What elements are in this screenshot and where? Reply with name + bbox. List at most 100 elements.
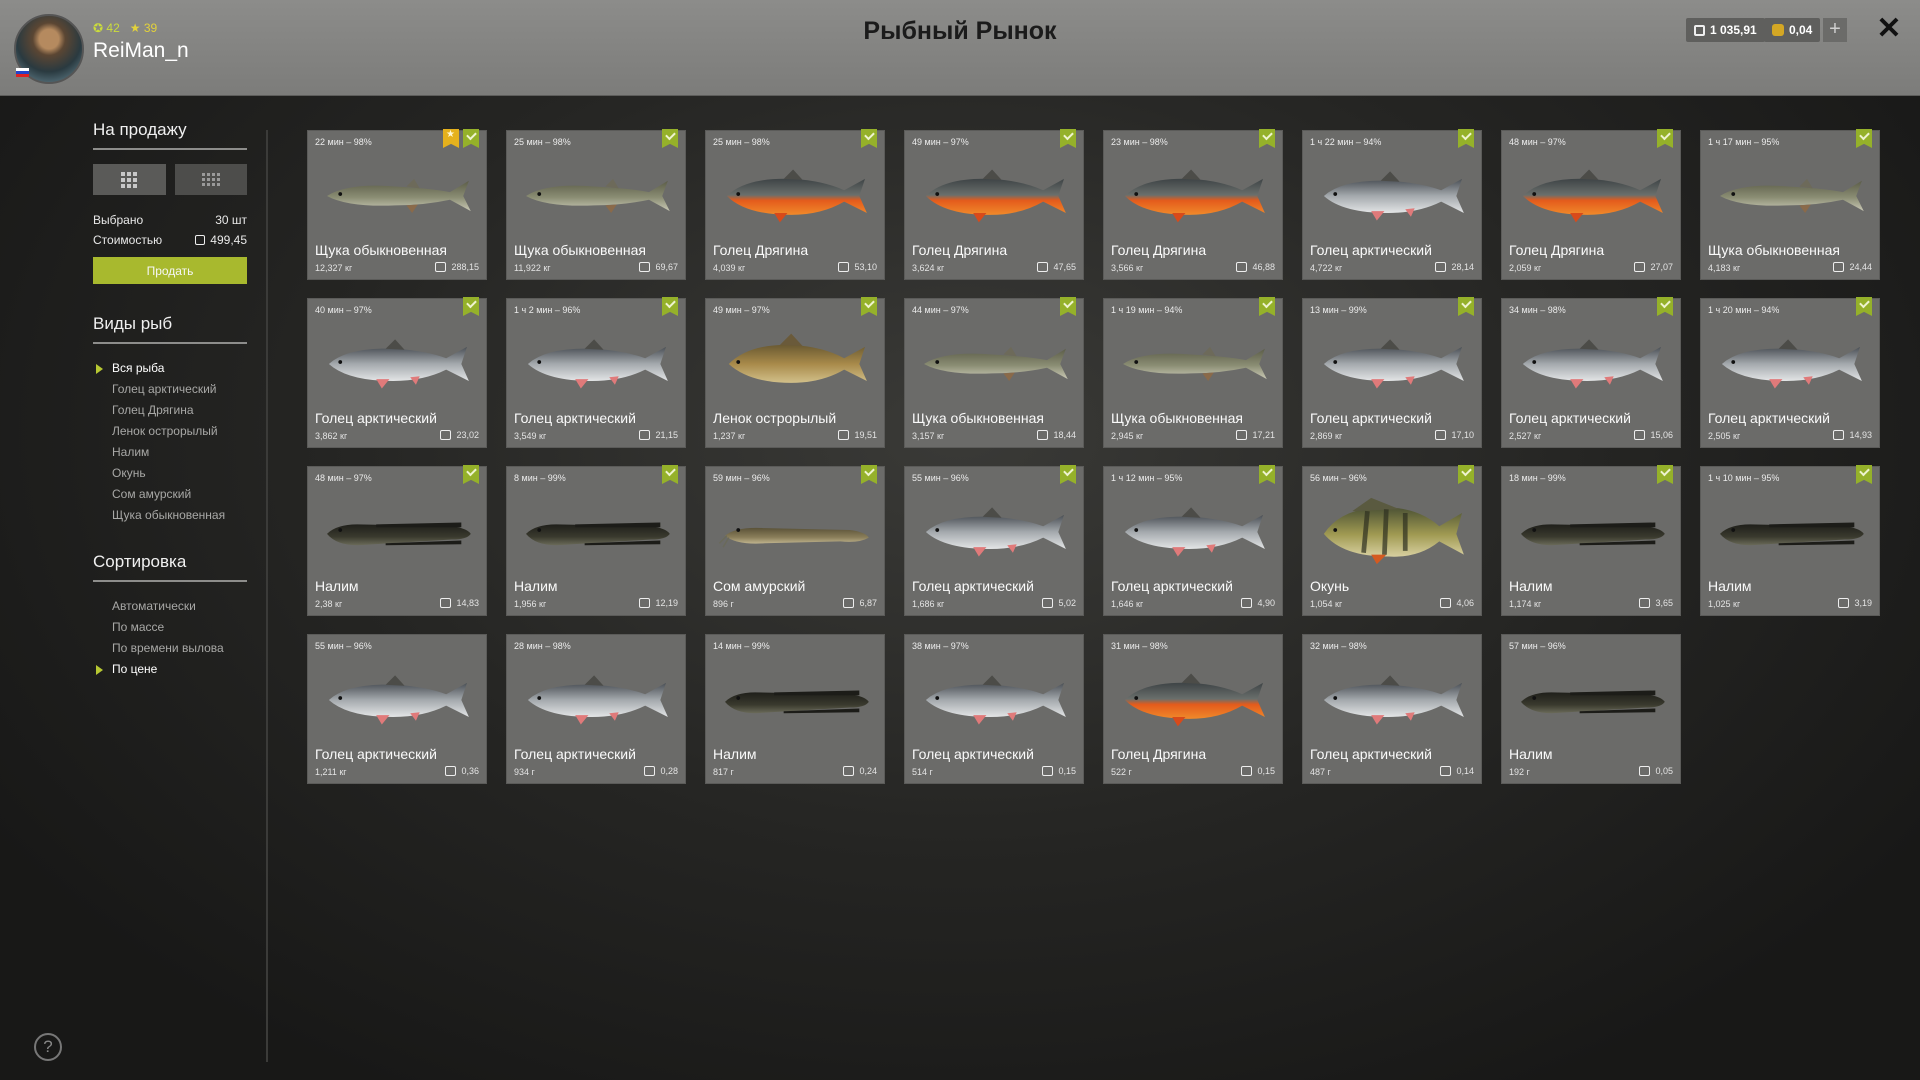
selected-check-icon[interactable] [463,297,479,316]
selected-check-icon[interactable] [1458,297,1474,316]
fish-card[interactable]: 38 мин – 97% Голец арктический 514 г 0,15 [904,634,1084,784]
close-button[interactable]: ✕ [1876,12,1902,46]
selected-check-icon[interactable] [861,465,877,484]
species-item[interactable]: Окунь [93,463,247,484]
selected-check-icon[interactable] [1259,129,1275,148]
species-item[interactable]: Ленок острорылый [93,421,247,442]
fish-card[interactable]: 56 мин – 96% Окунь 1,054 кг 4,06 [1302,465,1482,616]
species-item[interactable]: Щука обыкновенная [93,505,247,526]
selected-check-icon[interactable] [662,129,678,148]
fish-card[interactable]: 1 ч 12 мин – 95% Голец арктический 1,646 … [1103,465,1283,616]
silver-coin-icon [1639,598,1651,608]
fish-card[interactable]: 1 ч 2 мин – 96% Голец арктический 3,549 к… [506,297,686,448]
selected-check-icon[interactable] [1856,297,1872,316]
catch-time: 55 мин – 96% [912,473,969,483]
sort-item[interactable]: По времени вылова [93,638,247,659]
species-item[interactable]: Голец арктический [93,379,247,400]
fish-card[interactable]: 1 ч 19 мин – 94% Щука обыкновенная 2,945 … [1103,297,1283,448]
fish-card[interactable]: 44 мин – 97% Щука обыкновенная 3,157 кг 18… [904,297,1084,448]
fish-card[interactable]: 14 мин – 99% Налим 817 г 0,24 [705,634,885,784]
silver-coin-icon [445,766,457,776]
selected-check-icon[interactable] [1259,465,1275,484]
fish-name: Налим [713,746,757,762]
fish-card[interactable]: 48 мин – 97% Налим 2,38 кг 14,83 [307,465,487,616]
fish-card[interactable]: 1 ч 20 мин – 94% Голец арктический 2,505 … [1700,297,1880,448]
fish-image [1124,507,1265,557]
sell-button[interactable]: Продать [93,257,247,284]
species-label: Голец арктический [112,382,217,396]
selected-check-icon[interactable] [1657,465,1673,484]
fish-image [725,690,869,714]
fish-card[interactable]: 28 мин – 98% Голец арктический 934 г 0,28 [506,634,686,784]
species-item[interactable]: Голец Дрягина [93,400,247,421]
selected-check-icon[interactable] [1259,297,1275,316]
silver-coin-icon [1236,262,1248,272]
selected-check-icon[interactable] [1657,297,1673,316]
sale-title: На продажу [93,120,187,139]
fish-card[interactable]: 31 мин – 98% Голец Дрягина 522 г 0,15 [1103,634,1283,784]
fish-card[interactable]: 32 мин – 98% Голец арктический 487 г 0,14 [1302,634,1482,784]
fish-price: 6,87 [843,598,877,608]
fish-weight: 1,054 кг [1310,599,1343,609]
species-item[interactable]: Сом амурский [93,484,247,505]
selected-check-icon[interactable] [861,297,877,316]
selected-check-icon[interactable] [662,297,678,316]
species-item[interactable]: Вся рыба [93,358,247,379]
large-grid-button[interactable] [93,164,166,195]
selected-check-icon[interactable] [1458,465,1474,484]
fish-card[interactable]: 25 мин – 98% Голец Дрягина 4,039 кг 53,10 [705,129,885,280]
fish-card[interactable]: 59 мин – 96% Сом амурский 896 г 6,87 [705,465,885,616]
catch-time: 23 мин – 98% [1111,137,1168,147]
fish-card[interactable]: 18 мин – 99% Налим 1,174 кг 3,65 [1501,465,1681,616]
fish-card[interactable]: 57 мин – 96% Налим 192 г 0,05 [1501,634,1681,784]
fish-name: Голец арктический [315,410,437,426]
fish-card[interactable]: 40 мин – 97% Голец арктический 3,862 кг 23… [307,297,487,448]
sort-item[interactable]: По цене [93,659,247,680]
silver-coin-icon [440,598,452,608]
fish-weight: 896 г [713,599,734,609]
fish-weight: 11,922 кг [514,263,551,273]
fish-card[interactable]: 8 мин – 99% Налим 1,956 кг 12,19 [506,465,686,616]
fish-card[interactable]: 49 мин – 97% Голец Дрягина 3,624 кг 47,65 [904,129,1084,280]
small-grid-button[interactable] [174,164,247,195]
fish-image [1521,522,1665,546]
selected-check-icon[interactable] [1060,465,1076,484]
fish-card[interactable]: 1 ч 22 мин – 94% Голец арктический 4,722 … [1302,129,1482,280]
fish-card[interactable]: 1 ч 10 мин – 95% Налим 1,025 кг 3,19 [1700,465,1880,616]
favorite-star-icon[interactable] [443,129,459,148]
help-button[interactable]: ? [34,1033,62,1061]
selected-check-icon[interactable] [463,465,479,484]
species-item[interactable]: Налим [93,442,247,463]
fish-card[interactable]: 25 мин – 98% Щука обыкновенная 11,922 кг 6… [506,129,686,280]
sort-item[interactable]: Автоматически [93,596,247,617]
catch-time: 28 мин – 98% [514,641,571,651]
selected-check-icon[interactable] [1060,129,1076,148]
fish-card[interactable]: 49 мин – 97% Ленок острорылый 1,237 кг 19,… [705,297,885,448]
catch-time: 48 мин – 97% [1509,137,1566,147]
selected-check-icon[interactable] [463,129,479,148]
add-currency-button[interactable]: + [1823,18,1847,42]
fish-card[interactable]: 23 мин – 98% Голец Дрягина 3,566 кг 46,88 [1103,129,1283,280]
fish-card[interactable]: 48 мин – 97% Голец Дрягина 2,059 кг 27,07 [1501,129,1681,280]
fish-card[interactable]: 13 мин – 99% Голец арктический 2,869 кг 17… [1302,297,1482,448]
fish-card[interactable]: 55 мин – 96% Голец арктический 1,686 кг 5,… [904,465,1084,616]
selected-check-icon[interactable] [1458,129,1474,148]
fish-card[interactable]: 34 мин – 98% Голец арктический 2,527 кг 15… [1501,297,1681,448]
fish-name: Голец арктический [1111,578,1233,594]
silver-coin-icon [1037,262,1049,272]
fish-price: 21,15 [639,430,678,440]
selected-check-icon[interactable] [1856,129,1872,148]
section-divider [93,342,247,344]
selected-check-icon[interactable] [1856,465,1872,484]
fish-card[interactable]: 22 мин – 98% Щука обыкновенная 12,327 кг 2… [307,129,487,280]
selected-check-icon[interactable] [1657,129,1673,148]
fish-card[interactable]: 55 мин – 96% Голец арктический 1,211 кг 0,… [307,634,487,784]
fish-name: Голец Дрягина [1509,242,1605,258]
fish-name: Щука обыкновенная [1111,410,1243,426]
sort-item[interactable]: По массе [93,617,247,638]
selected-check-icon[interactable] [662,465,678,484]
selected-check-icon[interactable] [1060,297,1076,316]
fish-name: Налим [1509,578,1553,594]
selected-check-icon[interactable] [861,129,877,148]
fish-card[interactable]: 1 ч 17 мин – 95% Щука обыкновенная 4,183 … [1700,129,1880,280]
